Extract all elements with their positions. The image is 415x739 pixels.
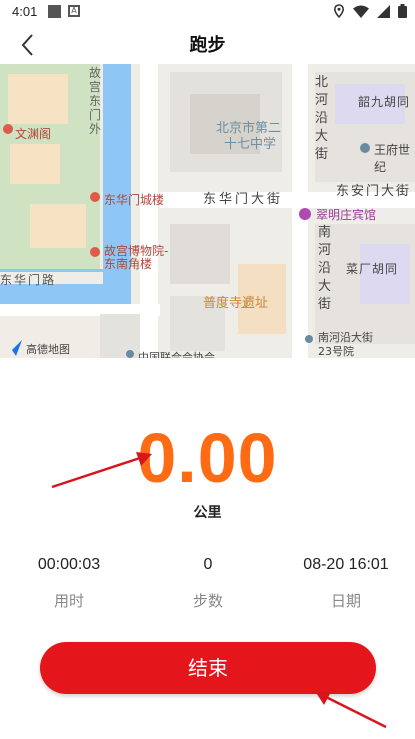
map-label: 十七中学 [224,137,277,152]
status-bar: 4:01 A [0,0,415,26]
battery-icon [398,4,407,18]
stat-steps: 0 步数 [139,556,277,611]
map-label: 东安门大街 [336,184,412,199]
map-label: 北河沿大街 [315,75,329,162]
map-label: 东华门城楼 [104,193,165,207]
stat-steps-value: 0 [203,556,213,573]
map-label: 故宫东门外 [88,66,101,136]
map-view[interactable]: ⊥ 故宫东门外 文渊阁 东华门城楼 故宫博物院- 东南角楼 东华门路 高德地图 … [0,64,415,358]
page-title: 跑步 [189,35,226,56]
distance-value: 0.00 [137,419,278,497]
map-label: 韶九胡同 [358,95,411,109]
run-panel: 0.00 公里 00:00:03 用时 0 步数 08-20 16:01 日期 … [0,358,415,739]
hotel-pin-icon [299,208,311,220]
location-icon [333,4,345,18]
app-notification-icon: A [68,5,80,17]
stat-date: 08-20 16:01 日期 [277,556,415,611]
end-run-button[interactable]: 结束 [40,642,376,694]
poi-pin-icon [3,124,13,134]
stat-duration-value: 00:00:03 [37,556,101,573]
signal-icon [377,4,390,18]
map-label: 文渊阁 [15,127,52,141]
stat-date-label: 日期 [330,592,361,610]
distance-unit: 公里 [193,505,222,521]
map-label: 23号院 [318,345,354,358]
stat-steps-label: 步数 [192,592,223,610]
map-label: 东华门大街 [203,192,284,207]
map-label: 普度寺遗址 [203,296,269,311]
map-label: 南河沿大街 [318,225,332,312]
map-label: 东南角楼 [104,257,153,271]
map-label: 翠明庄宾馆 [316,208,377,222]
map-label: 菜厂胡同 [346,262,399,276]
status-icons [333,4,407,18]
poi-pin-icon [90,192,100,202]
poi-pin-icon [360,143,370,153]
stat-date-value: 08-20 16:01 [303,556,389,573]
map-label: 东华门路 [0,273,57,287]
poi-pin-icon [90,247,100,257]
stat-duration: 00:00:03 用时 [0,556,138,611]
poi-pin-icon [305,335,313,343]
wifi-icon [353,5,369,18]
poi-pin-icon [126,350,134,358]
stat-duration-label: 用时 [53,592,84,610]
notification-icon [48,5,61,18]
map-label: 王府世纪 [374,143,411,174]
navigation-bar: 跑步 [0,26,415,64]
map-label: 高德地图 [26,343,70,356]
map-label: 中国联合会协会 [138,351,215,358]
status-time: 4:01 [12,4,38,19]
